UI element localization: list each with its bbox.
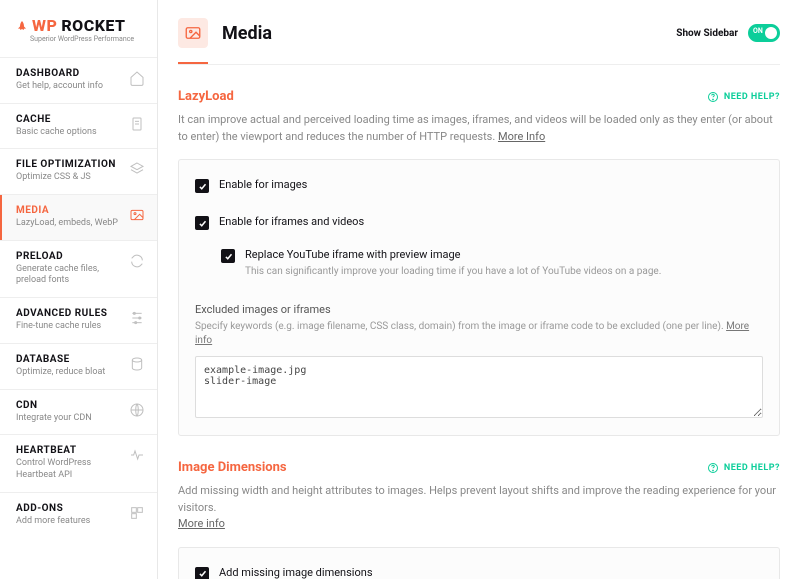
page-title-icon: [178, 18, 208, 48]
database-icon: [129, 356, 145, 372]
addons-icon: [129, 505, 145, 521]
help-icon: [707, 462, 719, 474]
more-info-link[interactable]: More info: [178, 517, 225, 530]
excluded-hint: Specify keywords (e.g. image filename, C…: [195, 320, 763, 348]
image-icon: [129, 207, 145, 223]
main-content: Media Show Sidebar ON LazyLoad NEED HELP…: [158, 0, 800, 579]
option-youtube-preview[interactable]: Replace YouTube iframe with preview imag…: [221, 244, 763, 283]
sidebar-item-dashboard[interactable]: DASHBOARDGet help, account info: [0, 57, 157, 103]
sidebar-item-heartbeat[interactable]: HEARTBEATControl WordPress Heartbeat API: [0, 434, 157, 491]
rocket-icon: [16, 18, 28, 34]
image-icon: [184, 24, 202, 42]
sidebar-item-cache[interactable]: CACHEBasic cache options: [0, 103, 157, 149]
checkbox-checked-icon[interactable]: [195, 216, 209, 230]
help-icon: [707, 91, 719, 103]
refresh-icon: [129, 253, 145, 269]
excluded-textarea[interactable]: [195, 356, 763, 418]
lazyload-desc: It can improve actual and perceived load…: [178, 112, 780, 145]
sidebar-item-file-optimization[interactable]: FILE OPTIMIZATIONOptimize CSS & JS: [0, 148, 157, 194]
sidebar: WP ROCKET Superior WordPress Performance…: [0, 0, 158, 579]
sidebar-item-media[interactable]: MEDIALazyLoad, embeds, WebP: [0, 194, 157, 240]
sidebar-item-database[interactable]: DATABASEOptimize, reduce bloat: [0, 343, 157, 389]
nav: DASHBOARDGet help, account info CACHEBas…: [0, 57, 157, 537]
section-lazyload: LazyLoad NEED HELP? It can improve actua…: [158, 65, 800, 436]
sidebar-item-advanced-rules[interactable]: ADVANCED RULESFine-tune cache rules: [0, 297, 157, 343]
need-help-link[interactable]: NEED HELP?: [707, 91, 780, 103]
checkbox-checked-icon[interactable]: [195, 567, 209, 579]
show-sidebar-label: Show Sidebar: [676, 28, 738, 39]
logo-rocket: ROCKET: [61, 16, 125, 35]
file-icon: [129, 116, 145, 132]
excluded-block: Excluded images or iframes Specify keywo…: [195, 303, 763, 421]
section-title-lazyload: LazyLoad: [178, 89, 234, 104]
need-help-link[interactable]: NEED HELP?: [707, 462, 780, 474]
heartbeat-icon: [129, 447, 145, 463]
option-enable-images[interactable]: Enable for images: [195, 174, 763, 197]
excluded-title: Excluded images or iframes: [195, 303, 763, 316]
home-icon: [129, 70, 145, 86]
globe-icon: [129, 402, 145, 418]
option-enable-iframes[interactable]: Enable for iframes and videos: [195, 211, 763, 234]
checkbox-checked-icon[interactable]: [195, 179, 209, 193]
sidebar-item-addons[interactable]: ADD-ONSAdd more features: [0, 492, 157, 538]
section-dimensions: Image Dimensions NEED HELP? Add missing …: [158, 436, 800, 579]
section-title-dimensions: Image Dimensions: [178, 460, 287, 475]
sidebar-item-cdn[interactable]: CDNIntegrate your CDN: [0, 389, 157, 435]
option-add-dimensions[interactable]: Add missing image dimensions: [195, 562, 763, 579]
sidebar-item-preload[interactable]: PRELOADGenerate cache files, preload fon…: [0, 240, 157, 297]
more-info-link[interactable]: More Info: [498, 130, 545, 143]
checkbox-checked-icon[interactable]: [221, 249, 235, 263]
logo: WP ROCKET Superior WordPress Performance: [0, 0, 157, 57]
lazyload-panel: Enable for images Enable for iframes and…: [178, 159, 780, 436]
topbar: Media Show Sidebar ON: [158, 0, 800, 48]
page-title: Media: [222, 23, 272, 44]
show-sidebar-toggle[interactable]: ON: [748, 24, 780, 42]
sliders-icon: [129, 310, 145, 326]
dimensions-panel: Add missing image dimensions: [178, 547, 780, 579]
dimensions-desc: Add missing width and height attributes …: [178, 483, 780, 533]
layers-icon: [129, 161, 145, 177]
logo-wp: WP: [32, 16, 57, 35]
logo-tagline: Superior WordPress Performance: [30, 35, 145, 43]
